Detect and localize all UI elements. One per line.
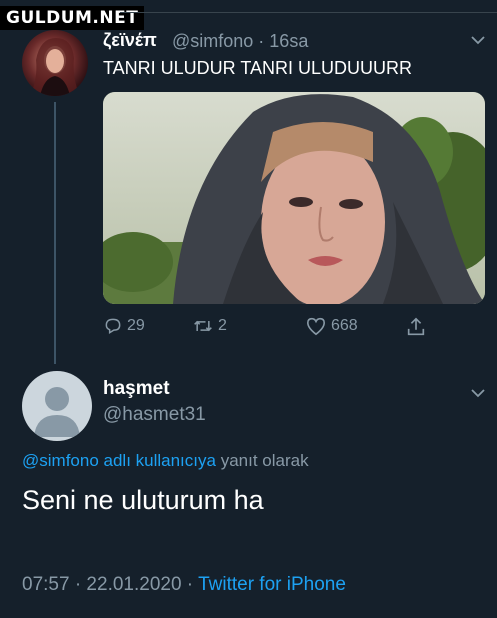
chevron-down-icon[interactable] xyxy=(470,385,486,403)
tweet-media-photo[interactable] xyxy=(103,92,485,304)
reply-icon xyxy=(105,318,121,334)
tweet-meta: 07:57 · 22.01.2020 · Twitter for iPhone xyxy=(22,574,346,596)
reply-text: Seni ne uluturum ha xyxy=(22,485,264,515)
reply-button[interactable]: 29 xyxy=(103,316,145,340)
reply-author-name[interactable]: haşmet xyxy=(103,378,170,400)
share-icon xyxy=(407,317,425,336)
like-button[interactable]: 668 xyxy=(305,316,358,340)
retweet-icon xyxy=(194,320,212,332)
tweet-text: TANRI ULUDUR TANRI ULUDUUURR xyxy=(103,58,413,78)
reply-context-suffix: yanıt olarak xyxy=(215,451,309,470)
tweet-author-name[interactable]: ζεϊνέπ xyxy=(103,30,157,51)
timestamp[interactable]: 07:57 · 22.01.2020 · xyxy=(22,574,198,595)
tweet-author-handle-time[interactable]: @simfono · 16sa xyxy=(172,31,308,52)
top-divider xyxy=(120,12,497,13)
retweet-count: 2 xyxy=(218,317,227,334)
like-count: 668 xyxy=(331,317,358,334)
reply-author-handle[interactable]: @hasmet31 xyxy=(103,404,206,426)
like-icon xyxy=(306,317,326,336)
thread-connector-line xyxy=(54,102,56,364)
reply-count: 29 xyxy=(127,317,145,334)
default-avatar-icon xyxy=(34,387,80,437)
chevron-down-icon[interactable] xyxy=(470,32,486,50)
user-avatar-hasmet[interactable] xyxy=(22,371,92,441)
source-link[interactable]: Twitter for iPhone xyxy=(198,574,346,595)
site-watermark: GULDUM.NET xyxy=(0,6,145,30)
retweet-button[interactable]: 2 xyxy=(192,316,227,340)
reply-context: @simfono adlı kullanıcıya yanıt olarak xyxy=(22,451,309,471)
share-button[interactable] xyxy=(405,316,427,340)
user-avatar-simfono[interactable] xyxy=(22,30,88,96)
reply-to-link[interactable]: @simfono adlı kullanıcıya xyxy=(22,451,216,470)
